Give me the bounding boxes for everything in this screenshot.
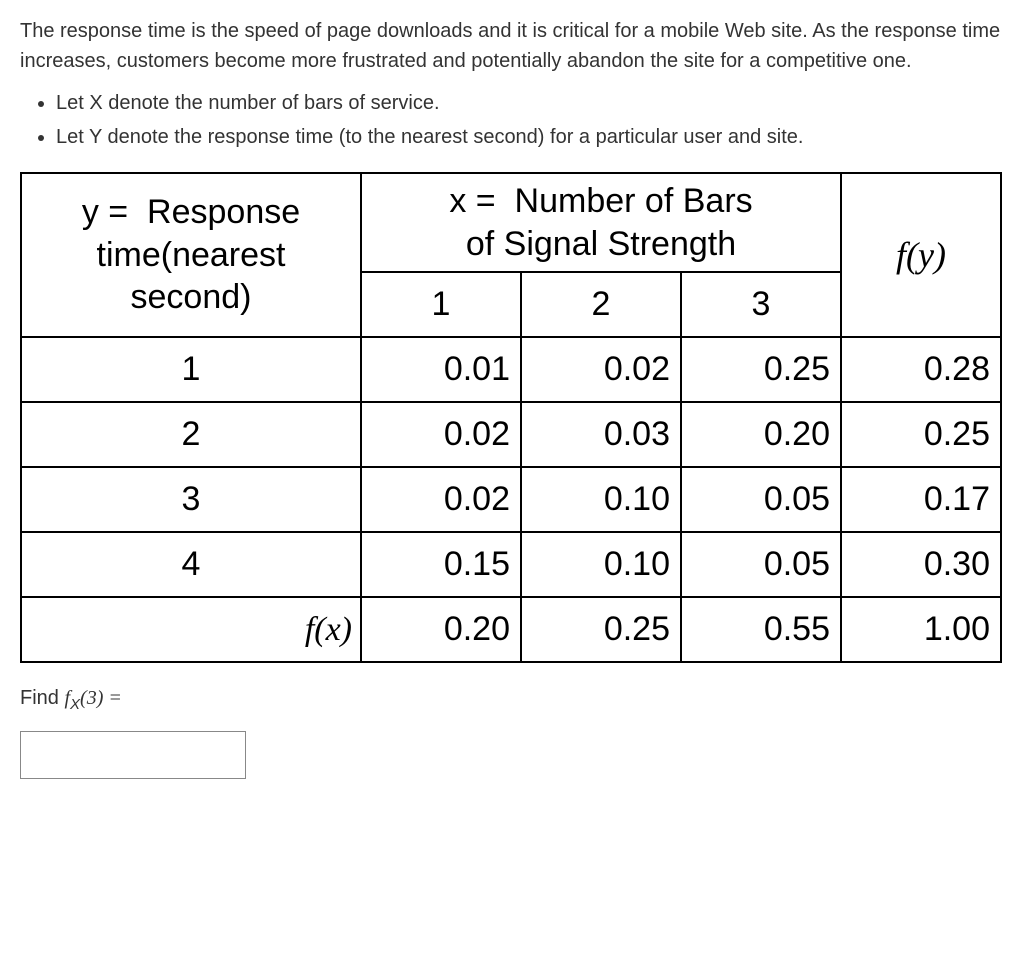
table-row: 1 0.01 0.02 0.25 0.28 — [21, 337, 1001, 402]
answer-input[interactable] — [20, 731, 246, 779]
intro-paragraph: The response time is the speed of page d… — [20, 16, 1004, 76]
question-prompt: Find fX(3) = — [20, 683, 1004, 717]
fx-label: f(x) — [21, 597, 361, 662]
x-col-2: 2 — [521, 272, 681, 337]
x-header: x = Number of Barsof Signal Strength — [361, 173, 841, 272]
table-row: 2 0.02 0.03 0.20 0.25 — [21, 402, 1001, 467]
fy-header: f(y) — [841, 173, 1001, 337]
definition-y: Let Y denote the response time (to the n… — [56, 122, 1004, 152]
fx-row: f(x) 0.20 0.25 0.55 1.00 — [21, 597, 1001, 662]
y-header: y = Responsetime(nearestsecond) — [21, 173, 361, 337]
table-row: 4 0.15 0.10 0.05 0.30 — [21, 532, 1001, 597]
table-row: 3 0.02 0.10 0.05 0.17 — [21, 467, 1001, 532]
definitions-list: Let X denote the number of bars of servi… — [20, 88, 1004, 152]
x-col-1: 1 — [361, 272, 521, 337]
definition-x: Let X denote the number of bars of servi… — [56, 88, 1004, 118]
joint-distribution-table: y = Responsetime(nearestsecond) x = Numb… — [20, 172, 1002, 663]
x-col-3: 3 — [681, 272, 841, 337]
